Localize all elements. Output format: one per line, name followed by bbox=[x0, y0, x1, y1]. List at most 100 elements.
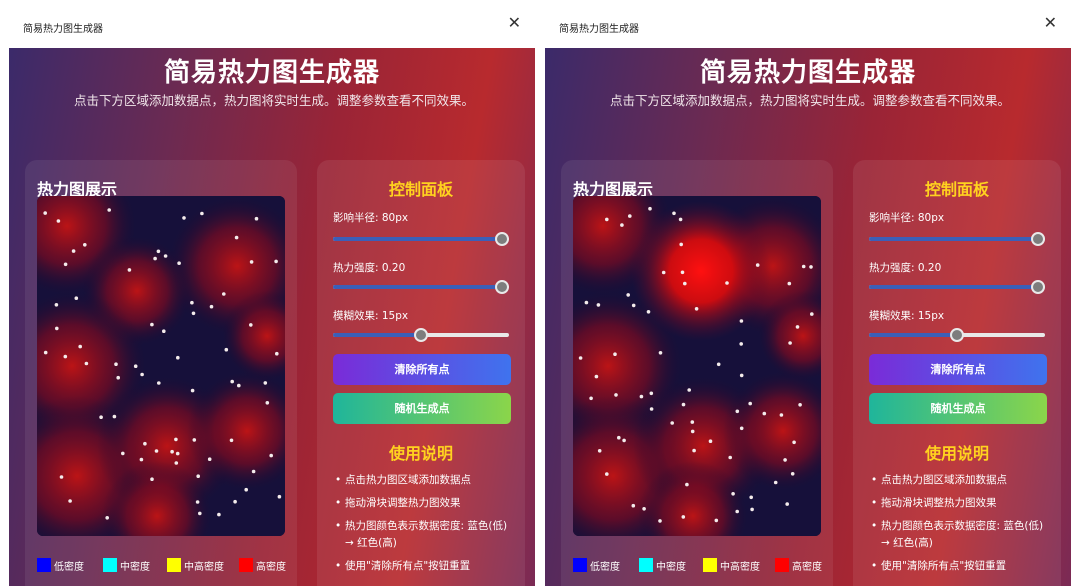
data-point bbox=[739, 426, 744, 431]
data-point bbox=[596, 303, 601, 307]
blur-slider[interactable] bbox=[333, 328, 509, 342]
data-point bbox=[755, 263, 760, 267]
clear-points-button[interactable]: 清除所有点 bbox=[333, 354, 511, 385]
legend-swatch-mid bbox=[103, 558, 117, 572]
data-point bbox=[792, 440, 796, 445]
app-subtitle: 点击下方区域添加数据点，热力图将实时生成。调整参数查看不同效果。 bbox=[609, 93, 1010, 108]
data-point bbox=[139, 457, 144, 462]
data-point bbox=[275, 351, 279, 356]
heatmap-svg[interactable] bbox=[573, 196, 821, 536]
heatmap-canvas[interactable] bbox=[573, 196, 821, 536]
data-point bbox=[265, 401, 270, 405]
slider-thumb[interactable] bbox=[1031, 232, 1045, 246]
radius-slider[interactable] bbox=[333, 232, 509, 246]
data-point bbox=[809, 265, 813, 269]
data-point bbox=[658, 351, 663, 355]
data-point bbox=[798, 403, 802, 407]
legend-label-low: 低密度 bbox=[54, 561, 84, 573]
intensity-slider[interactable] bbox=[869, 280, 1045, 294]
data-point bbox=[63, 262, 68, 267]
legend-item-midhigh: 中高密度 bbox=[703, 558, 760, 573]
data-point bbox=[687, 388, 691, 392]
data-point bbox=[59, 475, 64, 479]
data-point bbox=[620, 223, 624, 227]
data-point bbox=[107, 208, 111, 212]
data-point bbox=[174, 461, 179, 465]
data-point bbox=[678, 217, 683, 222]
data-point bbox=[249, 323, 253, 327]
data-point bbox=[114, 362, 118, 366]
data-point bbox=[133, 364, 138, 368]
data-point bbox=[788, 341, 792, 345]
data-point bbox=[116, 375, 120, 380]
slider-thumb[interactable] bbox=[1031, 280, 1045, 294]
data-point bbox=[646, 310, 651, 314]
data-point bbox=[84, 361, 89, 366]
data-point bbox=[779, 413, 784, 417]
data-point bbox=[170, 449, 174, 454]
blur-label: 模糊效果: 15px bbox=[333, 310, 409, 322]
data-point bbox=[680, 270, 685, 275]
data-point bbox=[631, 303, 636, 308]
data-point bbox=[578, 356, 583, 360]
data-point bbox=[71, 249, 76, 253]
blur-slider[interactable] bbox=[869, 328, 1045, 342]
slider-thumb[interactable] bbox=[414, 328, 428, 342]
data-point bbox=[157, 381, 161, 385]
data-point bbox=[198, 511, 202, 516]
legend-swatch-low bbox=[573, 558, 587, 572]
data-point bbox=[735, 509, 739, 514]
data-point bbox=[99, 415, 103, 419]
data-point bbox=[217, 512, 221, 517]
intensity-label: 热力强度: 0.20 bbox=[333, 262, 406, 274]
data-point bbox=[739, 342, 743, 346]
data-point bbox=[200, 211, 204, 216]
intensity-slider[interactable] bbox=[333, 280, 509, 294]
data-point bbox=[63, 354, 68, 359]
data-point bbox=[192, 438, 197, 442]
help-item: 点击热力图区域添加数据点 bbox=[335, 472, 517, 489]
help-item: 使用"清除所有点"按钮重置 bbox=[871, 558, 1053, 575]
slider-thumb[interactable] bbox=[950, 328, 964, 342]
slider-fill bbox=[869, 237, 1038, 241]
data-point bbox=[783, 458, 787, 462]
data-point bbox=[190, 300, 194, 305]
data-point bbox=[249, 260, 254, 264]
data-point bbox=[649, 407, 654, 411]
data-point bbox=[237, 383, 241, 388]
data-point bbox=[54, 303, 59, 307]
app-title: 简易热力图生成器 bbox=[163, 58, 380, 88]
data-point bbox=[597, 449, 602, 453]
data-point bbox=[628, 214, 632, 218]
title-bar: 简易热力图生成器 ✕ bbox=[9, 0, 535, 48]
heatmap-canvas[interactable] bbox=[37, 196, 285, 536]
legend-item-mid: 中密度 bbox=[639, 558, 686, 573]
data-point bbox=[174, 437, 178, 442]
help-item: 使用"清除所有点"按钮重置 bbox=[335, 558, 517, 575]
radius-slider[interactable] bbox=[869, 232, 1045, 246]
data-point bbox=[795, 325, 800, 329]
data-point bbox=[150, 477, 154, 482]
clear-points-button[interactable]: 清除所有点 bbox=[869, 354, 1047, 385]
data-point bbox=[679, 242, 683, 247]
data-point bbox=[748, 401, 752, 406]
legend-label-high: 高密度 bbox=[792, 561, 822, 573]
random-points-button[interactable]: 随机生成点 bbox=[869, 393, 1047, 424]
data-point bbox=[254, 216, 259, 221]
app-subtitle: 点击下方区域添加数据点，热力图将实时生成。调整参数查看不同效果。 bbox=[73, 93, 474, 108]
random-points-button[interactable]: 随机生成点 bbox=[333, 393, 511, 424]
data-point bbox=[685, 482, 689, 487]
heatmap-svg[interactable] bbox=[37, 196, 285, 536]
close-icon[interactable]: ✕ bbox=[508, 15, 521, 31]
data-point bbox=[274, 259, 278, 264]
data-point bbox=[190, 388, 195, 393]
data-point bbox=[605, 217, 609, 222]
data-point bbox=[728, 455, 732, 460]
slider-thumb[interactable] bbox=[495, 232, 509, 246]
close-icon[interactable]: ✕ bbox=[1044, 15, 1057, 31]
help-item: 拖动滑块调整热力图效果 bbox=[335, 495, 517, 512]
slider-thumb[interactable] bbox=[495, 280, 509, 294]
data-point bbox=[162, 329, 166, 333]
data-point bbox=[725, 281, 729, 285]
slider-fill bbox=[333, 237, 502, 241]
